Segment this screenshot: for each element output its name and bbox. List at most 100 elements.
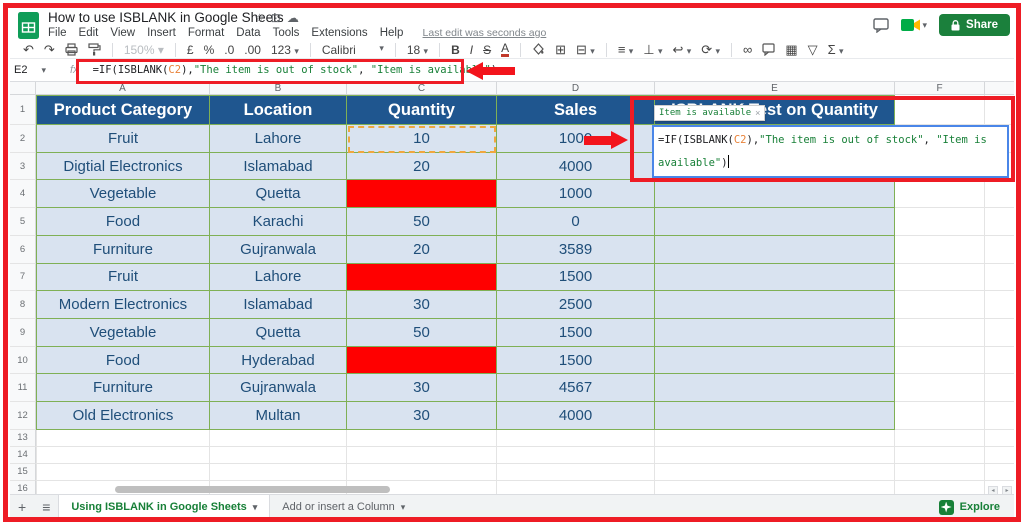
cell-empty[interactable] — [895, 180, 985, 209]
explore-button[interactable]: Explore — [938, 499, 1000, 515]
cell-empty[interactable] — [985, 374, 1014, 403]
cell-quantity[interactable]: 30 — [347, 402, 497, 430]
cell-isblank-result[interactable] — [655, 346, 895, 375]
cell-empty[interactable] — [895, 446, 985, 464]
cell-quantity[interactable]: 50 — [347, 319, 497, 347]
cell-empty[interactable] — [36, 429, 210, 447]
zoom-select[interactable]: 150% ▾ — [124, 43, 164, 57]
menu-item[interactable]: Format — [188, 27, 224, 39]
cell-empty[interactable] — [895, 429, 985, 447]
row-number[interactable]: 12 — [10, 402, 36, 430]
text-rotation-button[interactable]: ⟳ ▾ — [701, 42, 720, 58]
menu-item[interactable]: File — [48, 27, 67, 39]
scroll-left-icon[interactable]: ◂ — [988, 486, 998, 495]
cell-empty[interactable] — [985, 429, 1014, 447]
cell-product-category[interactable]: Vegetable — [36, 319, 210, 347]
star-icon[interactable]: ☆ — [254, 11, 271, 25]
row-number[interactable]: 8 — [10, 291, 36, 320]
print-button[interactable] — [65, 43, 78, 56]
cell-location[interactable]: Islamabad — [210, 291, 347, 320]
text-wrap-button[interactable]: ↩ ▾ — [672, 42, 691, 58]
cell-location[interactable]: Karachi — [210, 208, 347, 236]
cell-isblank-result[interactable] — [655, 402, 895, 430]
insert-chart-button[interactable]: ▦ — [785, 42, 797, 58]
name-box[interactable]: E2 ▾ — [10, 64, 64, 76]
cell-quantity[interactable] — [347, 180, 497, 209]
cell-empty[interactable] — [655, 429, 895, 447]
cell-empty[interactable] — [895, 95, 985, 125]
cell-isblank-result[interactable] — [655, 374, 895, 403]
row-number[interactable]: 2 — [10, 125, 36, 153]
document-title[interactable]: How to use ISBLANK in Google Sheets — [48, 10, 284, 25]
cell-product-category[interactable]: Food — [36, 346, 210, 375]
column-letter[interactable]: B — [210, 82, 347, 94]
vertical-align-button[interactable]: ⊥ ▾ — [643, 42, 662, 58]
cell-location[interactable]: Gujranwala — [210, 235, 347, 264]
cell-quantity[interactable]: 30 — [347, 291, 497, 320]
cell-product-category[interactable]: Fruit — [36, 125, 210, 153]
last-edit-link[interactable]: Last edit was seconds ago — [423, 27, 547, 39]
move-folder-icon[interactable]: ⊡ — [271, 11, 287, 25]
cell-sales[interactable]: 4000 — [497, 402, 655, 430]
cell-empty[interactable] — [985, 446, 1014, 464]
cell-empty[interactable] — [36, 463, 210, 481]
share-button[interactable]: Share — [939, 14, 1010, 36]
row-number[interactable]: 3 — [10, 152, 36, 181]
row-number[interactable]: 9 — [10, 319, 36, 347]
cell-empty[interactable] — [497, 446, 655, 464]
percent-format-button[interactable]: % — [204, 43, 215, 57]
cell-location[interactable]: Multan — [210, 402, 347, 430]
chevron-down-icon[interactable]: ▾ — [41, 65, 46, 76]
cell-sales[interactable]: 1000 — [497, 180, 655, 209]
cell-sales[interactable]: 1500 — [497, 319, 655, 347]
cell-empty[interactable] — [497, 480, 655, 494]
cell-empty[interactable] — [895, 291, 985, 320]
cell-empty[interactable] — [895, 463, 985, 481]
cell-empty[interactable] — [895, 402, 985, 430]
cell-empty[interactable] — [895, 346, 985, 375]
menu-item[interactable]: View — [110, 27, 135, 39]
chevron-down-icon[interactable]: ▾ — [253, 502, 258, 513]
merge-cells-button[interactable]: ⊟ ▾ — [576, 42, 595, 58]
comment-history-icon[interactable] — [872, 17, 889, 33]
row-number[interactable]: 1 — [10, 95, 36, 125]
row-number[interactable]: 5 — [10, 208, 36, 236]
font-select[interactable]: Calibri ▾ — [322, 43, 384, 57]
cell-product-category[interactable]: Furniture — [36, 374, 210, 403]
cell-quantity[interactable] — [347, 263, 497, 292]
cell-empty[interactable] — [895, 263, 985, 292]
header-location[interactable]: Location — [210, 95, 347, 125]
menu-item[interactable]: Data — [236, 27, 260, 39]
cell-empty[interactable] — [210, 429, 347, 447]
font-size-select[interactable]: 18 ▾ — [407, 43, 428, 57]
cell-editor-e2[interactable]: =IF(ISBLANK(C2),"The item is out of stoc… — [652, 125, 1009, 178]
all-sheets-button[interactable]: ≡ — [42, 499, 50, 515]
cell-product-category[interactable]: Vegetable — [36, 180, 210, 209]
cell-empty[interactable] — [985, 180, 1014, 209]
title-action-icons[interactable]: ☆⊡☁ — [254, 11, 305, 25]
cell-sales[interactable]: 1500 — [497, 263, 655, 292]
cell-location[interactable]: Quetta — [210, 319, 347, 347]
text-color-button[interactable]: A — [501, 42, 510, 57]
row-number[interactable]: 6 — [10, 235, 36, 264]
cell-empty[interactable] — [985, 95, 1014, 125]
cell-product-category[interactable]: Fruit — [36, 263, 210, 292]
cell-location[interactable]: Quetta — [210, 180, 347, 209]
cell-quantity[interactable] — [347, 346, 497, 375]
cell-empty[interactable] — [985, 291, 1014, 320]
functions-button[interactable]: Σ ▾ — [828, 42, 844, 57]
sheet-tab[interactable]: Using ISBLANK in Google Sheets ▾ — [58, 494, 271, 520]
row-number[interactable]: 16 — [10, 480, 36, 494]
cell-empty[interactable] — [985, 263, 1014, 292]
add-sheet-button[interactable]: + — [18, 499, 26, 515]
cell-empty[interactable] — [985, 402, 1014, 430]
cell-empty[interactable] — [985, 463, 1014, 481]
decrease-decimal-button[interactable]: .0 — [224, 43, 234, 57]
chevron-down-icon[interactable]: ▾ — [923, 20, 928, 31]
column-letter[interactable]: D — [497, 82, 655, 94]
cell-empty[interactable] — [210, 463, 347, 481]
cell-isblank-result[interactable] — [655, 208, 895, 236]
chevron-down-icon[interactable]: ▾ — [401, 502, 406, 513]
cell-empty[interactable] — [497, 429, 655, 447]
cell-sales[interactable]: 2500 — [497, 291, 655, 320]
